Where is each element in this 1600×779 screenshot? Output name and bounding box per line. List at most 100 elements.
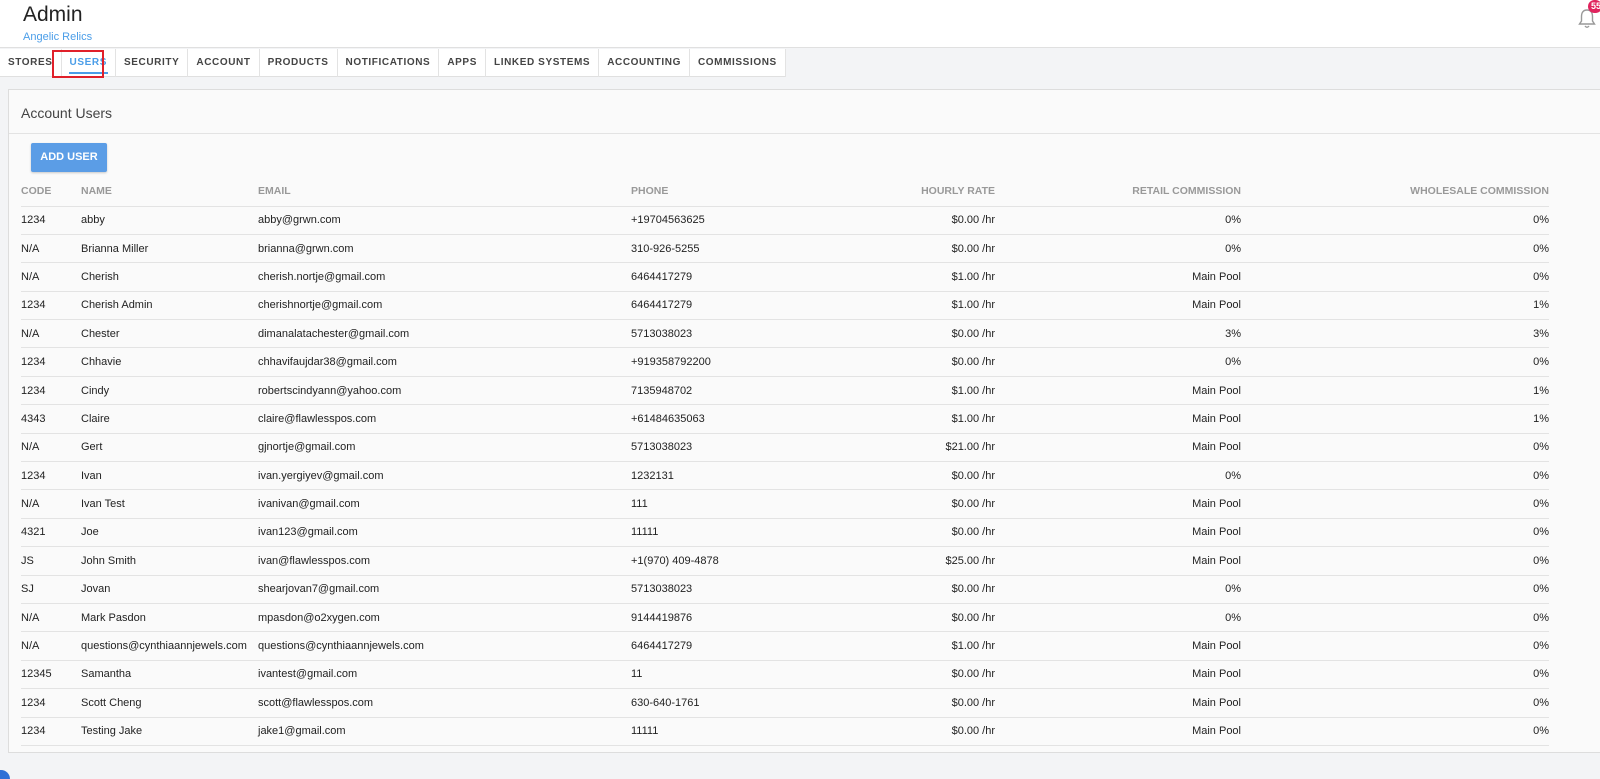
- column-header-email[interactable]: EMAIL: [258, 180, 631, 207]
- cell-name: Cindy: [81, 376, 258, 406]
- table-row[interactable]: 1234 Scott Cheng scott@flawlesspos.com 630-…: [21, 688, 1549, 718]
- table-row[interactable]: 1234 abby abby@grwn.com +19704563625 $0.00 /…: [21, 206, 1549, 235]
- table-row[interactable]: 4321 Joe ivan123@gmail.com 11111 $0.00 /hr Ma…: [21, 518, 1549, 548]
- chat-launcher[interactable]: [0, 770, 10, 779]
- table-row[interactable]: 1234 Cherish Admin cherishnortje@gmail.com…: [21, 291, 1549, 321]
- table-row[interactable]: SJ Jovan shearjovan7@gmail.com 5713038023 $0…: [21, 575, 1549, 604]
- cell-name: Gert: [81, 433, 258, 463]
- cell-hourly-rate: $0.00 /hr: [799, 461, 995, 491]
- cell-hourly-rate: $0.00 /hr: [799, 688, 995, 718]
- tab-apps[interactable]: APPS: [439, 49, 486, 77]
- tab-users[interactable]: USERS: [62, 49, 116, 77]
- cell-email: cherishnortje@gmail.com: [258, 291, 631, 321]
- table-row[interactable]: JS John Smith ivan@flawlesspos.com +1(970) …: [21, 546, 1549, 576]
- cell-wholesale-commission: 0%: [1241, 688, 1549, 718]
- cell-wholesale-commission: 0%: [1241, 546, 1549, 576]
- cell-name: Testing Jake: [81, 717, 258, 746]
- column-header-code[interactable]: CODE: [21, 180, 81, 207]
- cell-name: Claire: [81, 404, 258, 434]
- table-row[interactable]: 1234 Chhavie chhavifaujdar38@gmail.com +919…: [21, 347, 1549, 377]
- store-name[interactable]: Angelic Relics: [23, 31, 92, 43]
- table-row[interactable]: 1234 Testing Jake jake1@gmail.com 11111 $0.0…: [21, 717, 1549, 746]
- table-row[interactable]: N/A Brianna Miller brianna@grwn.com 310-926…: [21, 234, 1549, 264]
- table-row[interactable]: 4343 Claire claire@flawlesspos.com +6148463…: [21, 404, 1549, 434]
- column-header-hourly-rate[interactable]: HOURLY RATE: [799, 180, 995, 207]
- cell-email: abby@grwn.com: [258, 206, 631, 235]
- cell-retail-commission: 0%: [995, 234, 1241, 264]
- cell-retail-commission: Main Pool: [995, 291, 1241, 321]
- cell-code: 1234: [21, 347, 81, 377]
- cell-phone: 7135948702: [631, 376, 799, 406]
- cell-email: ivanivan@gmail.com: [258, 489, 631, 519]
- column-header-phone[interactable]: PHONE: [631, 180, 799, 207]
- cell-hourly-rate: $0.00 /hr: [799, 660, 995, 690]
- table-row[interactable]: N/A Cherish cherish.nortje@gmail.com 646441…: [21, 262, 1549, 292]
- cell-wholesale-commission: 0%: [1241, 347, 1549, 377]
- cell-phone: 11: [631, 660, 799, 690]
- add-user-button[interactable]: ADD USER: [31, 143, 107, 172]
- cell-retail-commission: 0%: [995, 347, 1241, 377]
- cell-name: John Smith: [81, 546, 258, 576]
- cell-email: shearjovan7@gmail.com: [258, 575, 631, 604]
- tab-products[interactable]: PRODUCTS: [260, 49, 338, 77]
- cell-name: Cherish: [81, 262, 258, 292]
- cell-hourly-rate: $0.00 /hr: [799, 575, 995, 604]
- cell-retail-commission: Main Pool: [995, 688, 1241, 718]
- table-header-row: CODE NAME EMAIL PHONE HOURLY RATE RETAIL COMM…: [21, 180, 1549, 207]
- card-title: Account Users: [21, 105, 113, 121]
- tab-account[interactable]: ACCOUNT: [188, 49, 260, 77]
- tab-security[interactable]: SECURITY: [116, 49, 189, 77]
- tab-accounting[interactable]: ACCOUNTING: [599, 49, 690, 77]
- tab-commissions[interactable]: COMMISSIONS: [690, 49, 786, 77]
- cell-name: Joe: [81, 518, 258, 548]
- cell-code: N/A: [21, 603, 81, 633]
- cell-hourly-rate: $0.00 /hr: [799, 206, 995, 235]
- table-row[interactable]: 1234 Cindy robertscindyann@yahoo.com 713594…: [21, 376, 1549, 406]
- cell-wholesale-commission: 0%: [1241, 234, 1549, 264]
- cell-retail-commission: 0%: [995, 575, 1241, 604]
- cell-phone: +919358792200: [631, 347, 799, 377]
- cell-name: Ivan Test: [81, 489, 258, 519]
- cell-name: Scott Cheng: [81, 688, 258, 718]
- cell-code: N/A: [21, 489, 81, 519]
- column-header-name[interactable]: NAME: [81, 180, 258, 207]
- table-row[interactable]: N/A Ivan Test ivanivan@gmail.com 111 $0.00 /…: [21, 489, 1549, 519]
- tab-notifications[interactable]: NOTIFICATIONS: [338, 49, 440, 77]
- tab-linked-systems[interactable]: LINKED SYSTEMS: [486, 49, 600, 77]
- cell-phone: +19704563625: [631, 206, 799, 235]
- cell-wholesale-commission: 0%: [1241, 433, 1549, 463]
- cell-code: 4321: [21, 518, 81, 548]
- cell-retail-commission: Main Pool: [995, 546, 1241, 576]
- tab-stores[interactable]: STORES: [0, 49, 62, 77]
- cell-email: dimanalatachester@gmail.com: [258, 319, 631, 349]
- cell-email: ivan@flawlesspos.com: [258, 546, 631, 576]
- cell-email: gjnortje@gmail.com: [258, 433, 631, 463]
- cell-email: chhavifaujdar38@gmail.com: [258, 347, 631, 377]
- cell-hourly-rate: $0.00 /hr: [799, 717, 995, 746]
- cell-hourly-rate: $0.00 /hr: [799, 234, 995, 264]
- cell-phone: 5713038023: [631, 575, 799, 604]
- column-header-retail-commission[interactable]: RETAIL COMMISSION: [995, 180, 1241, 207]
- cell-phone: 111: [631, 489, 799, 519]
- cell-code: JS: [21, 546, 81, 576]
- cell-wholesale-commission: 1%: [1241, 376, 1549, 406]
- cell-phone: 11111: [631, 518, 799, 548]
- cell-email: brianna@grwn.com: [258, 234, 631, 264]
- cell-phone: 11111: [631, 717, 799, 746]
- column-header-wholesale-commission[interactable]: WHOLESALE COMMISSION: [1241, 180, 1549, 207]
- cell-retail-commission: Main Pool: [995, 262, 1241, 292]
- table-row[interactable]: 1234 Ivan ivan.yergiyev@gmail.com 1232131 $0…: [21, 461, 1549, 491]
- cell-name: Cherish Admin: [81, 291, 258, 321]
- cell-hourly-rate: $1.00 /hr: [799, 291, 995, 321]
- cell-phone: +1(970) 409-4878: [631, 546, 799, 576]
- table-row[interactable]: N/A questions@cynthiaannjewels.com questio…: [21, 631, 1549, 661]
- table-row[interactable]: N/A Gert gjnortje@gmail.com 5713038023 $21.0…: [21, 433, 1549, 463]
- cell-hourly-rate: $21.00 /hr: [799, 433, 995, 463]
- cell-phone: 6464417279: [631, 291, 799, 321]
- cell-email: robertscindyann@yahoo.com: [258, 376, 631, 406]
- card-header: Account Users: [9, 90, 1600, 134]
- cell-retail-commission: Main Pool: [995, 489, 1241, 519]
- table-row[interactable]: 12345 Samantha ivantest@gmail.com 11 $0.00 /…: [21, 660, 1549, 690]
- table-row[interactable]: N/A Chester dimanalatachester@gmail.com 571…: [21, 319, 1549, 349]
- table-row[interactable]: N/A Mark Pasdon mpasdon@o2xygen.com 9144419…: [21, 603, 1549, 633]
